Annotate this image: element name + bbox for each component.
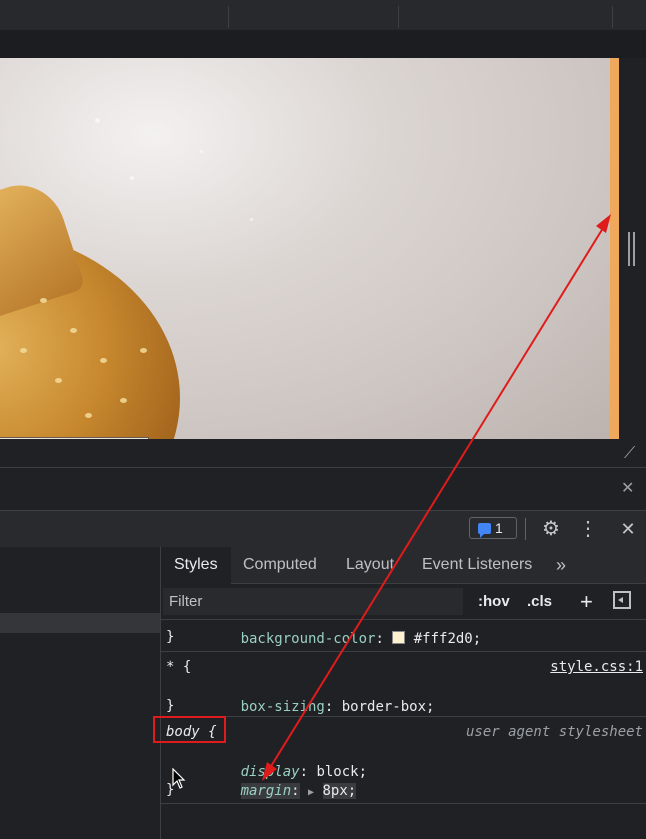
texture-speck — [95, 118, 100, 123]
expand-triangle-icon[interactable]: ▶ — [308, 787, 314, 798]
css-property[interactable]: box-sizing — [241, 699, 325, 715]
issues-button[interactable]: 1 — [469, 517, 517, 539]
texture-speck — [130, 176, 134, 180]
styles-tabbar: Styles Computed Layout Event Listeners » — [161, 547, 646, 584]
color-swatch[interactable] — [392, 631, 406, 644]
sesame-seed — [20, 348, 27, 353]
sesame-seed — [85, 413, 92, 418]
more-tabs-chevron-icon[interactable]: » — [556, 547, 566, 583]
tab-computed[interactable]: Computed — [243, 547, 317, 583]
close-icon[interactable]: ✕ — [616, 517, 640, 541]
rule-close-brace: } — [166, 698, 175, 714]
gear-icon[interactable]: ⚙ — [539, 517, 563, 541]
devtools-toolbar: 1 ⚙ ⋮ ✕ — [0, 510, 646, 548]
style-rule-partial: background-color: #fff2d0; } — [161, 620, 646, 652]
selected-node-row[interactable] — [0, 613, 160, 633]
css-value[interactable]: #fff2d0 — [414, 631, 473, 647]
toolbar-strip — [0, 30, 646, 58]
viewport-resize-handle[interactable] — [628, 232, 636, 266]
sesame-seed — [120, 398, 127, 403]
css-property[interactable]: background-color — [241, 631, 376, 647]
issues-count: 1 — [495, 520, 503, 536]
tab-styles[interactable]: Styles — [161, 547, 231, 584]
cls-toggle[interactable]: .cls — [527, 589, 552, 615]
sesame-seed — [140, 348, 147, 353]
filter-input[interactable] — [163, 588, 463, 615]
styles-pane: Styles Computed Layout Event Listeners »… — [161, 547, 646, 839]
css-selector[interactable]: * { — [166, 657, 191, 677]
mouse-cursor-icon — [172, 768, 186, 789]
rule-close-brace: } — [166, 629, 175, 645]
sesame-seed — [100, 358, 107, 363]
body-margin-highlight — [610, 58, 619, 439]
filter-toolbar: :hov .cls + — [161, 585, 646, 620]
style-rule-universal: * { style.css:1 box-sizing: border-box; … — [161, 652, 646, 717]
style-rule-body: body { user agent stylesheet display: bl… — [161, 717, 646, 804]
sidebar-toggle-icon[interactable] — [613, 591, 631, 609]
css-value-margin[interactable]: 8px; — [322, 783, 357, 799]
toolbar-divider — [398, 6, 399, 28]
tab-layout[interactable]: Layout — [346, 547, 394, 583]
page-viewport — [0, 58, 612, 439]
user-agent-source-label: user agent stylesheet — [465, 724, 643, 740]
device-toolbar — [0, 0, 646, 58]
toolbar-divider — [612, 6, 613, 28]
close-drawer-icon[interactable]: ✕ — [621, 481, 634, 497]
toolbar-separator — [525, 518, 526, 540]
sesame-seed — [40, 298, 47, 303]
drawer-bar: ✕ — [0, 467, 646, 510]
source-link[interactable]: style.css:1 — [550, 657, 643, 677]
resize-corner-icon[interactable]: ⟋ — [624, 445, 642, 463]
issues-chat-icon — [478, 522, 491, 538]
css-property-margin[interactable]: margin — [240, 783, 292, 799]
css-value[interactable]: border-box; — [342, 699, 435, 715]
elements-tree-pane — [0, 547, 161, 839]
body-selector-highlight-box — [153, 716, 226, 743]
texture-speck — [250, 218, 253, 221]
kebab-menu-icon[interactable]: ⋮ — [578, 517, 598, 541]
caption-box — [0, 437, 149, 439]
sesame-seed — [70, 328, 77, 333]
add-rule-icon[interactable]: + — [580, 589, 593, 615]
toolbar-divider — [228, 6, 229, 28]
tab-event-listeners[interactable]: Event Listeners — [422, 547, 532, 583]
hov-toggle[interactable]: :hov — [478, 589, 510, 615]
texture-speck — [200, 150, 203, 153]
sesame-seed — [55, 378, 62, 383]
